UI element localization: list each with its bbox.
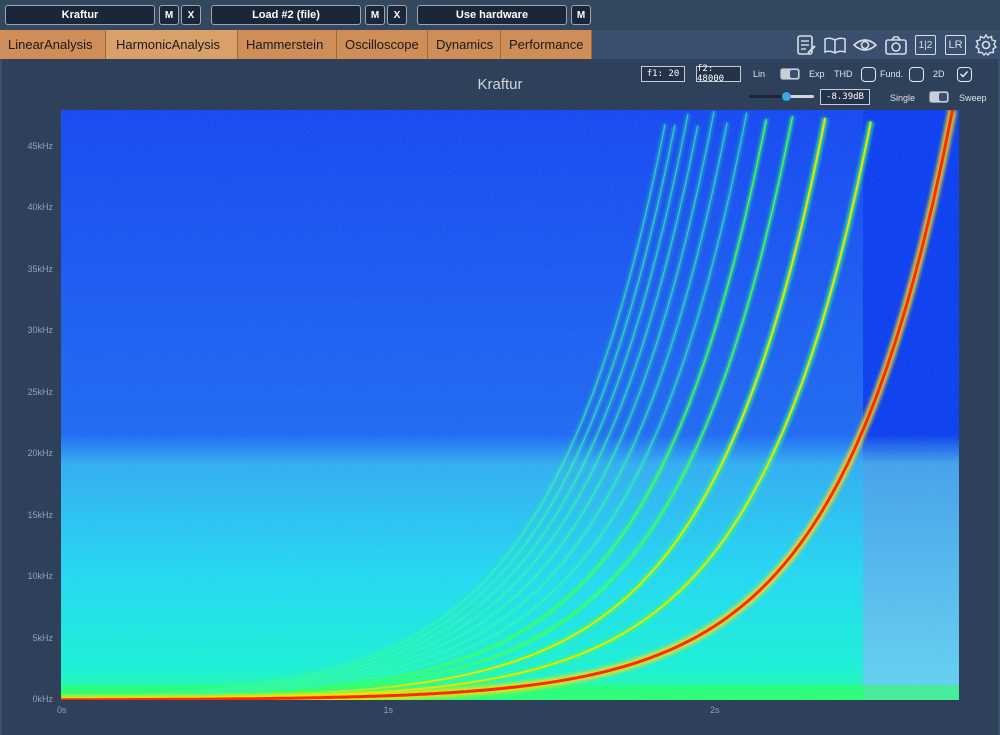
tab-harmonic-analysis[interactable]: HarmonicAnalysis [106, 30, 238, 59]
two-d-label: 2D [933, 69, 945, 79]
f1-field[interactable]: f1: 20 [641, 66, 685, 82]
source1-mute-button[interactable]: M [159, 5, 179, 25]
y-tick-label: 15kHz [27, 509, 53, 520]
x-tick-label: 2s [710, 705, 720, 715]
fund-label: Fund. [880, 69, 904, 79]
fund-checkbox[interactable] [909, 67, 924, 82]
source2-close-button[interactable]: X [387, 5, 407, 25]
spectrogram [61, 110, 959, 700]
y-tick-label: 45kHz [27, 140, 53, 151]
y-tick-label: 25kHz [27, 386, 53, 397]
book-icon[interactable] [823, 33, 847, 57]
single-sweep-toggle[interactable] [929, 91, 949, 103]
top-bar: Kraftur M X Load #2 (file) M X Use hardw… [0, 0, 1000, 30]
x-tick-label: 1s [383, 705, 394, 715]
eye-icon[interactable] [853, 33, 877, 57]
tab-bar: LinearAnalysis HarmonicAnalysis Hammerst… [0, 30, 592, 59]
check-icon [959, 70, 969, 78]
camera-icon[interactable] [884, 33, 908, 57]
one-two-label: 1|2 [915, 35, 936, 55]
db-field[interactable]: -8.39dB [820, 89, 870, 105]
lr-label: LR [945, 35, 966, 55]
thd-label: THD [834, 69, 853, 79]
lin-label: Lin [753, 69, 766, 79]
x-tick-label: 0s [57, 705, 67, 715]
source3-mute-button[interactable]: M [571, 5, 591, 25]
tab-hammerstein[interactable]: Hammerstein [238, 30, 337, 59]
source1-close-button[interactable]: X [181, 5, 201, 25]
tab-performance[interactable]: Performance [501, 30, 592, 59]
f2-field[interactable]: f2: 48000 [696, 64, 741, 84]
source3-button[interactable]: Use hardware [417, 5, 567, 25]
single-label: Single [890, 93, 916, 103]
lin-exp-toggle[interactable] [780, 68, 800, 80]
y-tick-label: 35kHz [27, 263, 53, 274]
source2-button[interactable]: Load #2 (file) [211, 5, 361, 25]
tab-linear-analysis[interactable]: LinearAnalysis [0, 30, 106, 59]
notes-icon[interactable] [794, 33, 818, 57]
two-d-checkbox[interactable] [957, 67, 972, 82]
lr-icon[interactable]: LR [944, 33, 968, 57]
y-tick-label: 0kHz [32, 694, 53, 704]
y-tick-label: 30kHz [27, 325, 53, 336]
source2-mute-button[interactable]: M [365, 5, 385, 25]
thd-checkbox[interactable] [861, 67, 876, 82]
source1-button[interactable]: Kraftur [5, 5, 155, 25]
y-tick-label: 5kHz [32, 632, 53, 643]
sweep-label: Sweep [959, 93, 987, 103]
level-slider[interactable] [748, 92, 814, 101]
y-tick-label: 40kHz [27, 202, 53, 213]
y-tick-label: 20kHz [27, 448, 53, 459]
one-two-icon[interactable]: 1|2 [914, 33, 938, 57]
level-slider-knob[interactable] [782, 92, 791, 101]
tab-dynamics[interactable]: Dynamics [428, 30, 501, 59]
exp-label: Exp [809, 69, 825, 79]
gear-icon[interactable] [974, 33, 998, 57]
y-tick-label: 10kHz [27, 571, 53, 582]
tab-oscilloscope[interactable]: Oscilloscope [337, 30, 428, 59]
